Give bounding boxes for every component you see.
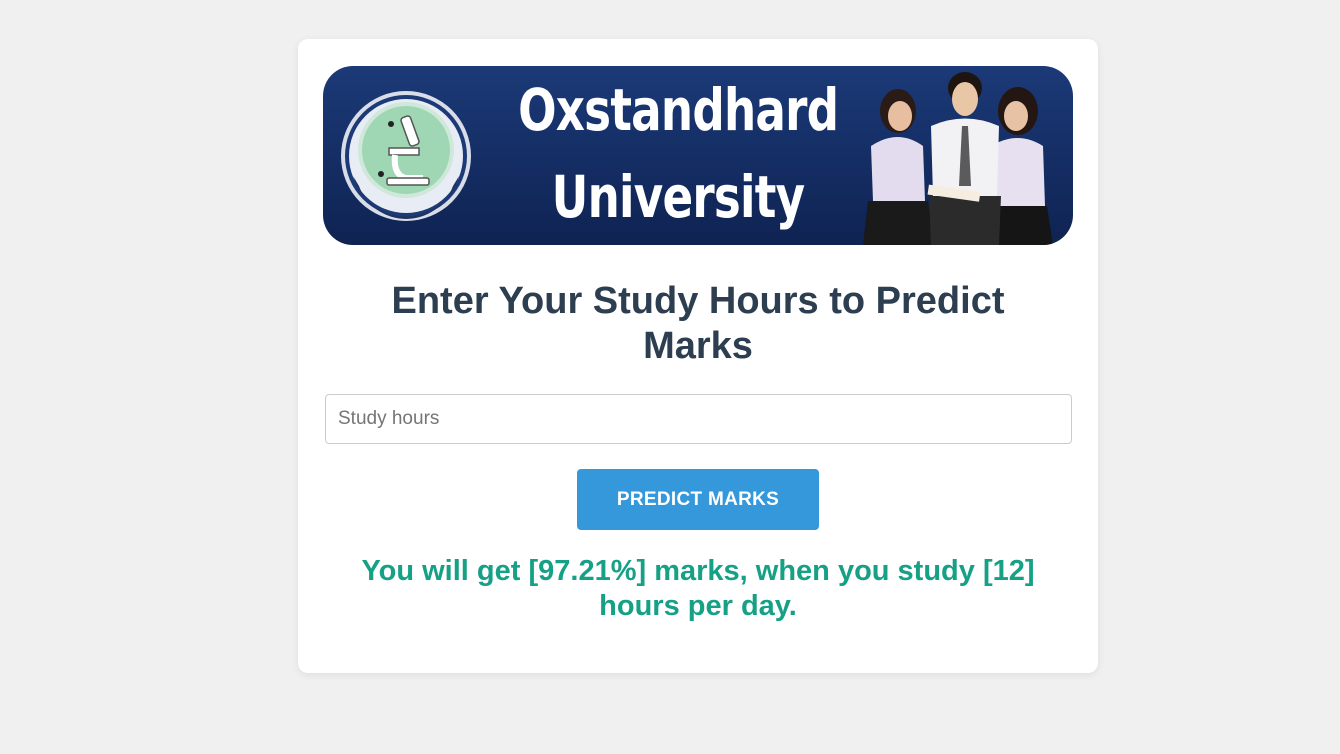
university-name-line1: Oxstandhard <box>518 76 839 144</box>
students-photo <box>863 72 1053 245</box>
prediction-result: You will get [97.21%] marks, when you st… <box>361 555 1035 622</box>
university-banner: Oxstandhard University <box>323 66 1073 245</box>
study-hours-input[interactable] <box>325 394 1072 444</box>
university-name-line2: University <box>551 163 805 231</box>
microscope-emblem-icon <box>341 91 471 221</box>
page-heading: Enter Your Study Hours to Predict Marks <box>391 280 1005 367</box>
prediction-card: Oxstandhard University Enter Your Study … <box>298 39 1098 673</box>
predict-marks-button[interactable]: PREDICT MARKS <box>577 469 819 530</box>
